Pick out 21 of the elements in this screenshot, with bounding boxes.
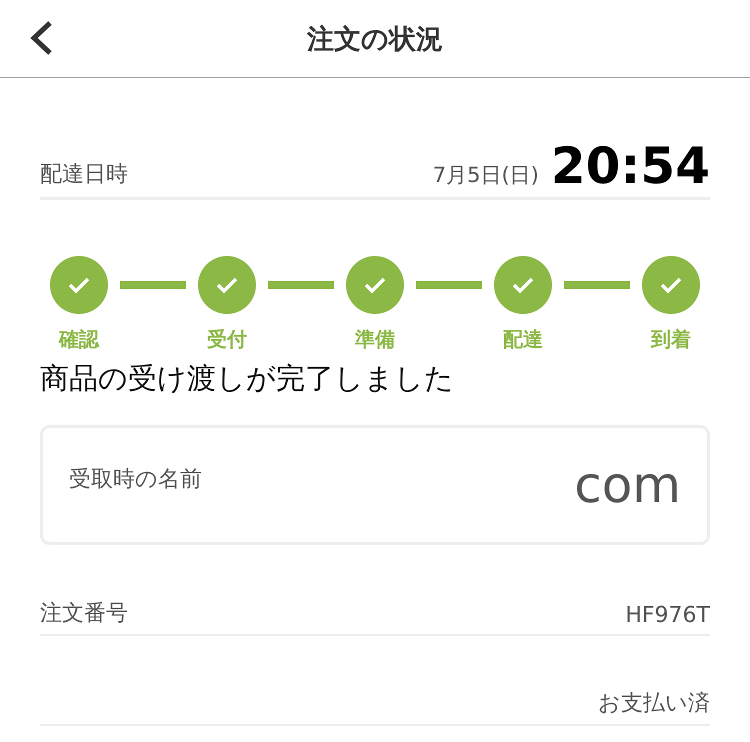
delivery-time: 20:54 [550, 141, 710, 191]
back-icon [28, 20, 54, 56]
check-icon [215, 276, 239, 294]
payment-status: お支払い済 [598, 690, 710, 718]
order-number: HF976T [625, 603, 710, 628]
order-number-label: 注文番号 [40, 600, 128, 628]
check-icon [67, 276, 91, 294]
step-label: 配達 [503, 326, 543, 353]
receiver-label: 受取時の名前 [69, 466, 202, 494]
step-label: 到着 [651, 326, 691, 353]
check-icon [363, 276, 387, 294]
check-icon [511, 276, 535, 294]
check-icon [659, 276, 683, 294]
status-message: 商品の受け渡しが完了しました [40, 360, 455, 397]
delivery-label: 配達日時 [40, 161, 129, 189]
step-label: 準備 [355, 326, 395, 353]
step-label: 確認 [59, 326, 99, 353]
receiver-name: com [574, 456, 681, 514]
step-label: 受付 [207, 326, 247, 353]
delivery-date: 7月5日(日) [432, 162, 539, 189]
screen-title: 注文の状況 [307, 22, 443, 56]
